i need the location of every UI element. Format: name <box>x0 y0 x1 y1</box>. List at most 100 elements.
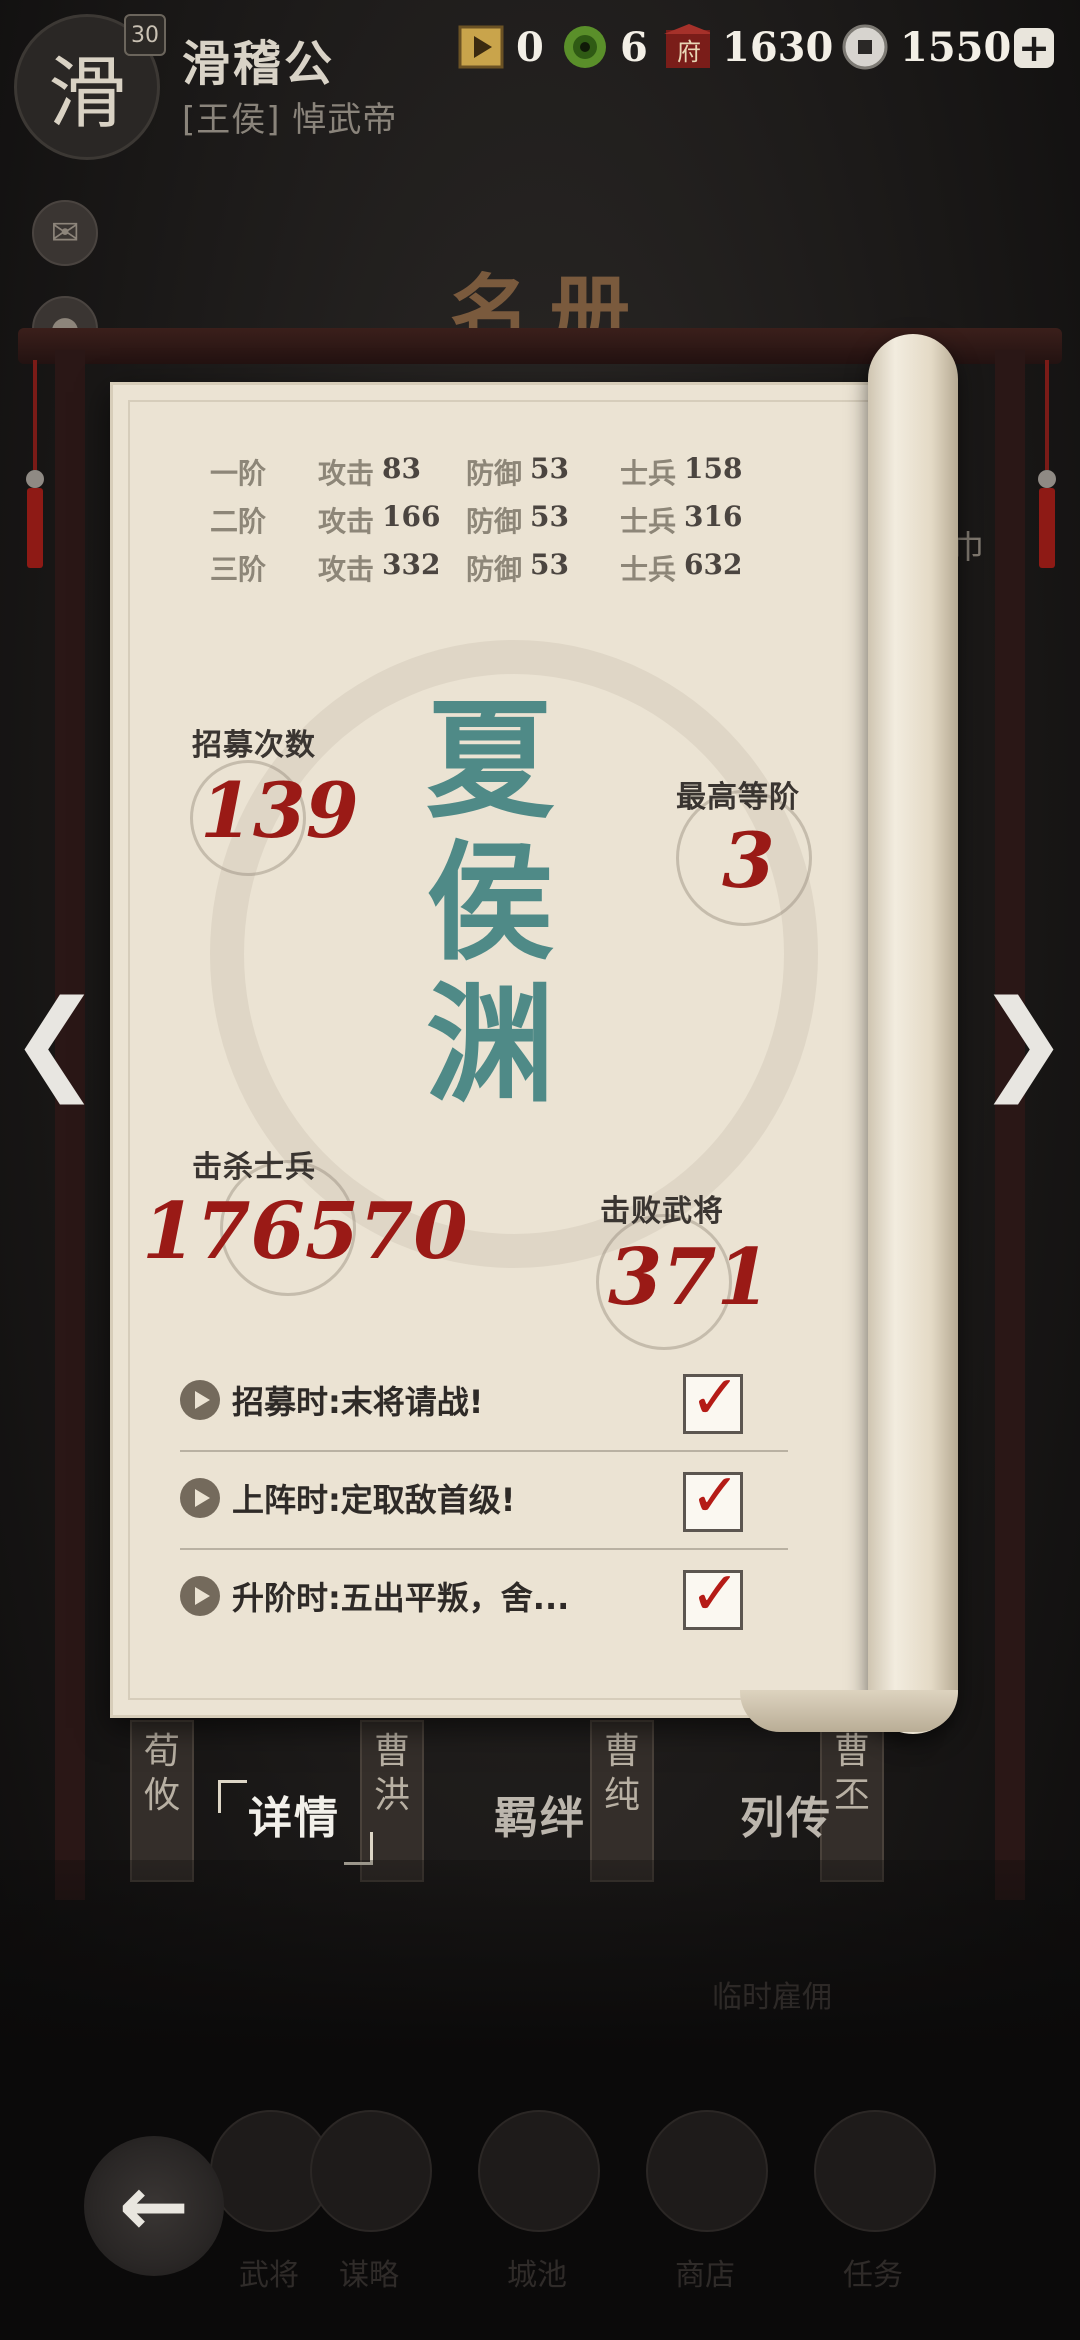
tier-label: 二阶 <box>210 505 267 538</box>
recruit-count-label: 招募次数 <box>192 728 316 763</box>
card-name: 荀攸 <box>143 1731 180 1816</box>
defense-value: 53 <box>530 548 569 581</box>
back-button[interactable]: ← <box>84 2136 224 2276</box>
hero-name-char: 侯 <box>425 828 554 978</box>
tassel-right <box>1038 360 1056 580</box>
hero-name: 夏 侯 渊 <box>395 690 585 1116</box>
video-ticket-icon <box>458 24 504 70</box>
soldiers-value: 158 <box>684 452 743 485</box>
tab-details[interactable]: 详情 <box>248 1782 340 1846</box>
soldiers-label: 士兵 <box>620 553 677 586</box>
check-icon: ✓ <box>690 1461 741 1531</box>
defense-value: 53 <box>530 452 569 485</box>
resource-value: 6 <box>620 23 648 71</box>
resource-video-ticket[interactable]: 0 <box>458 22 544 72</box>
tab-bonds[interactable]: 羁绊 <box>494 1782 586 1846</box>
tassel-left <box>26 360 44 580</box>
tier-label: 三阶 <box>210 553 267 586</box>
coin-icon <box>842 24 888 70</box>
voice-checkbox[interactable]: ✓ <box>683 1363 743 1434</box>
voice-line-text: 招募时:末将请战! <box>232 1383 484 1421</box>
back-arrow-icon: ← <box>118 2157 190 2255</box>
voice-line-text: 升阶时:五出平叛，舍... <box>232 1579 570 1617</box>
soldiers-label: 士兵 <box>620 457 677 490</box>
resource-coin[interactable]: 1550 <box>842 22 1011 72</box>
tier-row: 一阶 攻击 83 防御 53 士兵 158 <box>210 448 770 496</box>
defeated-value: 371 <box>608 1232 771 1323</box>
soldiers-value: 632 <box>684 548 743 581</box>
play-icon[interactable] <box>180 1576 220 1616</box>
recruit-count-value: 139 <box>200 766 359 855</box>
defense-label: 防御 <box>466 553 523 586</box>
check-icon: ✓ <box>690 1559 741 1629</box>
tab-bracket-left <box>218 1780 247 1813</box>
defense-label: 防御 <box>466 457 523 490</box>
jade-eye-icon <box>562 24 608 70</box>
background-general-card: 荀攸 <box>130 1720 194 1882</box>
tab-biography[interactable]: 列传 <box>740 1782 832 1846</box>
resource-value: 1550 <box>900 23 1012 71</box>
hero-name-char: 夏 <box>425 686 554 836</box>
player-title: [王侯] 悼武帝 <box>182 100 398 140</box>
resource-jade[interactable]: 6 <box>562 22 648 72</box>
defense-label: 防御 <box>466 505 523 538</box>
attack-value: 332 <box>382 548 441 581</box>
resource-value: 1630 <box>722 23 834 71</box>
tier-label: 一阶 <box>210 457 267 490</box>
player-level-badge: 30 <box>124 14 166 56</box>
tier-row: 三阶 攻击 332 防御 53 士兵 632 <box>210 544 770 592</box>
soldiers-value: 316 <box>684 500 743 533</box>
hire-label: 临时雇佣 <box>712 1980 832 2015</box>
resource-government[interactable]: 府 1630 <box>664 22 833 72</box>
attack-value: 166 <box>382 500 441 533</box>
scroll-roller <box>868 334 958 1734</box>
frame-left-pillar <box>55 350 85 1900</box>
avatar-char: 滑 <box>47 49 126 139</box>
tier-stats-table: 一阶 攻击 83 防御 53 士兵 158 二阶 攻击 166 防御 53 士兵 316 三… <box>210 448 770 592</box>
kills-label: 击杀士兵 <box>192 1150 316 1185</box>
dock-label: 谋略 <box>339 2258 399 2293</box>
svg-text:府: 府 <box>677 38 701 66</box>
dock-icon[interactable] <box>310 2110 432 2232</box>
attack-label: 攻击 <box>318 505 375 538</box>
defeated-label: 击败武将 <box>600 1194 724 1229</box>
dock-label: 城池 <box>507 2258 567 2293</box>
dock-icon[interactable] <box>478 2110 600 2232</box>
tier-row: 二阶 攻击 166 防御 53 士兵 316 <box>210 496 770 544</box>
voice-checkbox[interactable]: ✓ <box>683 1559 743 1630</box>
scroll-roller-end <box>740 1690 958 1732</box>
previous-hero-arrow-icon[interactable]: ❮ <box>9 976 101 1104</box>
next-hero-arrow-icon[interactable]: ❯ <box>977 976 1069 1104</box>
hero-name-char: 渊 <box>425 970 554 1120</box>
background-general-card: 曹纯 <box>590 1720 654 1882</box>
check-icon: ✓ <box>690 1363 741 1433</box>
card-name: 曹洪 <box>373 1731 410 1816</box>
voice-checkbox[interactable]: ✓ <box>683 1461 743 1532</box>
player-name: 滑稽公 <box>182 36 336 92</box>
attack-label: 攻击 <box>318 553 375 586</box>
dock-icon[interactable] <box>814 2110 936 2232</box>
attack-label: 攻击 <box>318 457 375 490</box>
voice-line-recruit[interactable]: 招募时:末将请战! ✓ <box>180 1352 788 1448</box>
defense-value: 53 <box>530 500 569 533</box>
voice-line-promote[interactable]: 升阶时:五出平叛，舍... ✓ <box>180 1548 788 1644</box>
voice-line-text: 上阵时:定取敌首级! <box>232 1481 516 1519</box>
dock-label: 商店 <box>675 2258 735 2293</box>
government-building-icon: 府 <box>664 24 710 70</box>
kills-value: 176570 <box>142 1186 468 1277</box>
voice-line-deploy[interactable]: 上阵时:定取敌首级! ✓ <box>180 1450 788 1546</box>
add-resource-button[interactable]: + <box>1014 26 1054 70</box>
soldiers-label: 士兵 <box>620 505 677 538</box>
max-tier-value: 3 <box>722 816 775 905</box>
play-icon[interactable] <box>180 1380 220 1420</box>
card-name: 曹丕 <box>833 1731 870 1816</box>
card-name: 曹纯 <box>603 1731 640 1816</box>
max-tier-label: 最高等阶 <box>676 780 800 815</box>
frame-right-pillar <box>995 350 1025 1900</box>
play-icon[interactable] <box>180 1478 220 1518</box>
resource-value: 0 <box>516 23 544 71</box>
dock-icon[interactable] <box>646 2110 768 2232</box>
attack-value: 83 <box>382 452 421 485</box>
dock-label: 任务 <box>843 2258 903 2293</box>
mail-icon[interactable]: ✉ <box>32 200 98 266</box>
